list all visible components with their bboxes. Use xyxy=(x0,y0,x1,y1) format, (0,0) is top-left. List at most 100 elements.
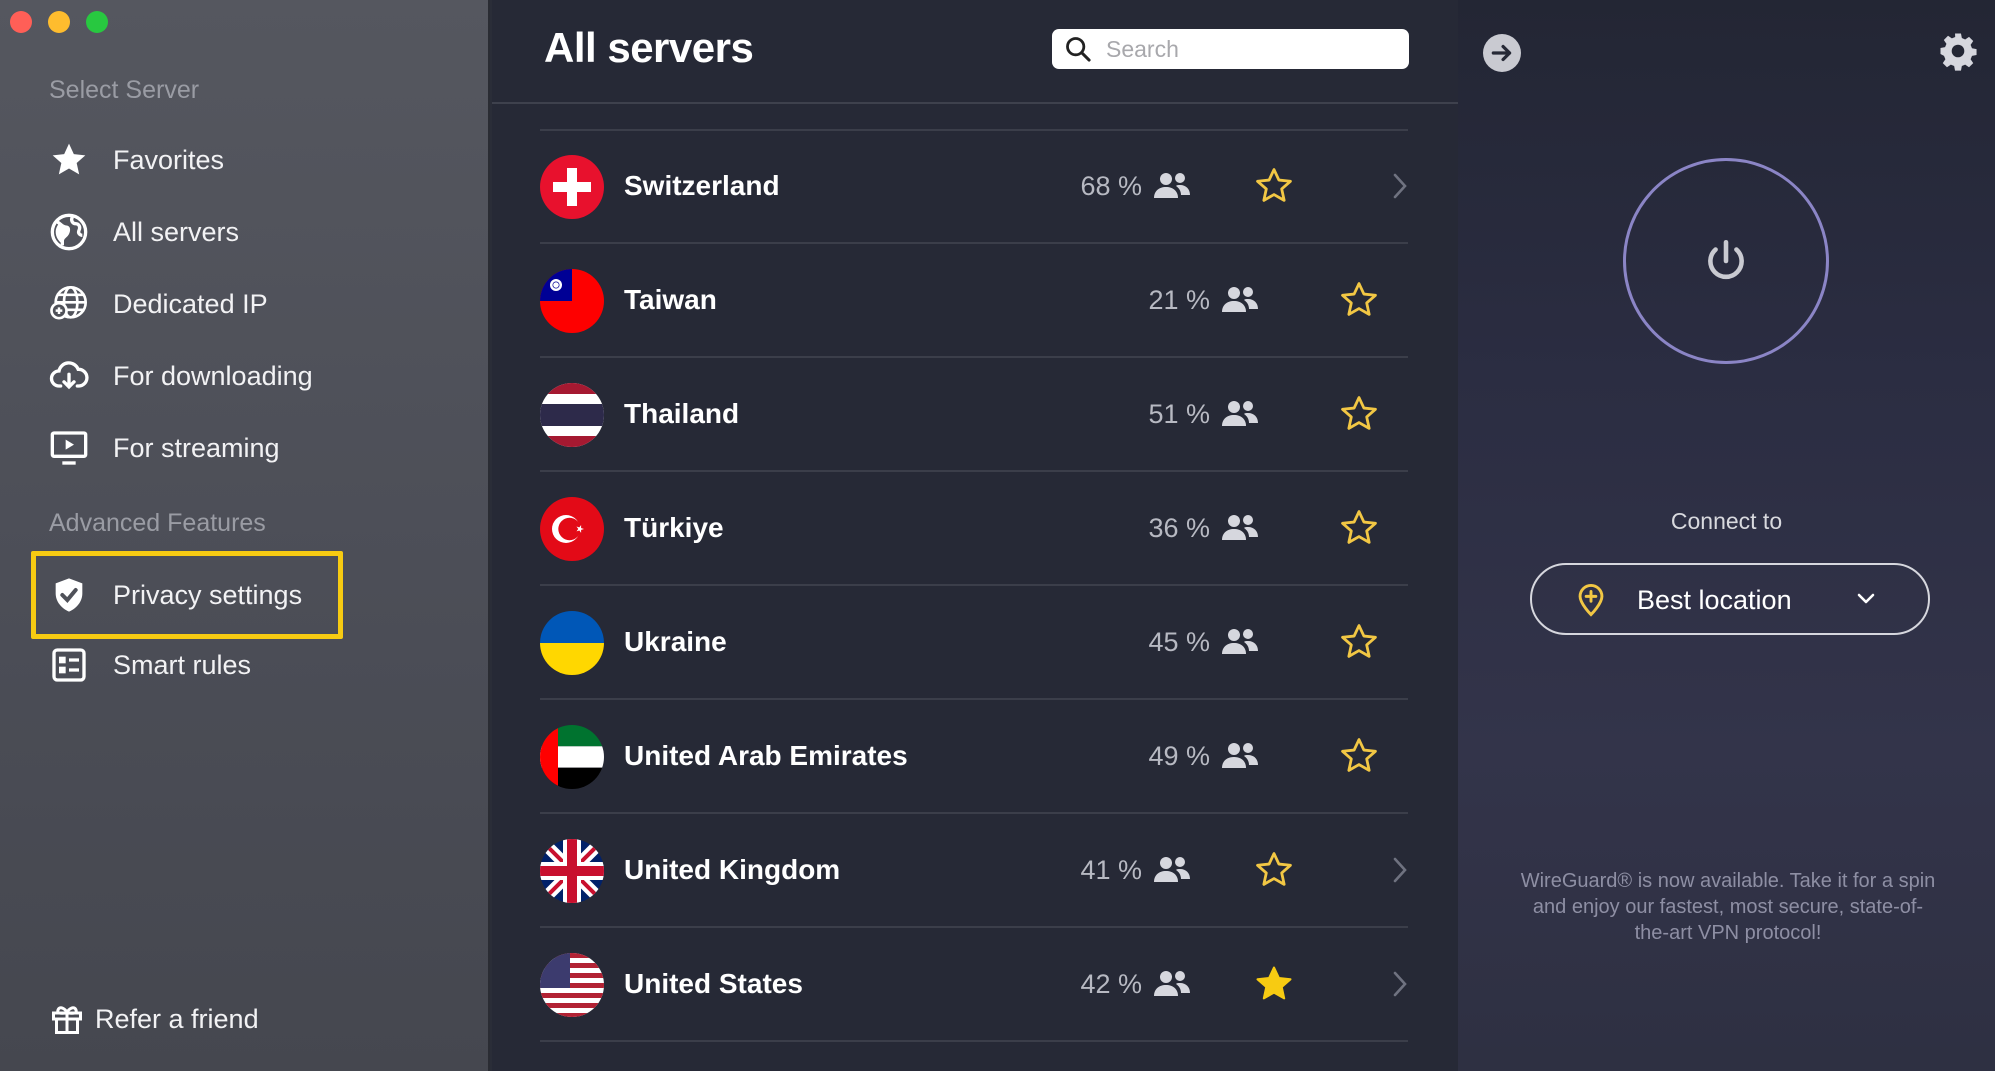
zoom-window-button[interactable] xyxy=(86,11,108,33)
server-list: Switzerland 68 % Taiwan 21 % Thailand 51… xyxy=(540,130,1408,1042)
refer-a-friend-link[interactable]: Refer a friend xyxy=(47,993,259,1045)
country-name: United States xyxy=(624,968,803,999)
flag-united-states-icon xyxy=(540,953,604,1017)
server-load: 45 % xyxy=(1148,626,1210,657)
users-icon xyxy=(1220,284,1260,316)
flag-ukraine-icon xyxy=(540,611,604,675)
cloud-download-icon xyxy=(44,351,94,401)
favorite-star-icon[interactable] xyxy=(1338,393,1380,435)
users-icon xyxy=(1220,626,1260,658)
refer-a-friend-label: Refer a friend xyxy=(95,1003,259,1034)
flag-uae-icon xyxy=(540,725,604,789)
sidebar-item-for-downloading[interactable]: For downloading xyxy=(44,348,313,404)
gift-icon xyxy=(47,999,87,1039)
flag-switzerland-icon xyxy=(540,155,604,219)
server-load: 49 % xyxy=(1148,740,1210,771)
favorite-star-icon[interactable] xyxy=(1338,279,1380,321)
sidebar-item-label: For downloading xyxy=(113,360,313,391)
wireguard-notice: WireGuard® is now available. Take it for… xyxy=(1520,870,1936,944)
sidebar-item-dedicated-ip[interactable]: Dedicated IP xyxy=(44,276,268,332)
window-controls xyxy=(10,11,108,33)
close-window-button[interactable] xyxy=(10,11,32,33)
location-select[interactable]: Best location xyxy=(1530,563,1930,635)
search-box[interactable] xyxy=(1052,29,1409,69)
chevron-right-icon[interactable] xyxy=(1388,966,1412,1002)
favorite-star-icon[interactable] xyxy=(1253,165,1295,207)
connect-power-button[interactable] xyxy=(1623,158,1829,364)
connection-pane: Connect to Best location WireGuard® is n… xyxy=(1458,0,1995,1071)
location-value: Best location xyxy=(1637,585,1792,615)
users-icon xyxy=(1152,968,1192,1000)
settings-gear-button[interactable] xyxy=(1937,30,1979,72)
sidebar-item-favorites[interactable]: Favorites xyxy=(44,132,224,188)
sidebar: Select Server Favorites All servers Dedi… xyxy=(0,0,490,1071)
shield-check-icon xyxy=(44,570,94,620)
star-icon xyxy=(44,135,94,185)
globe-icon xyxy=(44,207,94,257)
gear-icon xyxy=(1940,33,1977,71)
server-row-thailand[interactable]: Thailand 51 % xyxy=(540,358,1408,472)
chevron-right-icon[interactable] xyxy=(1388,852,1412,888)
country-name: Switzerland xyxy=(624,170,780,201)
favorite-star-icon[interactable] xyxy=(1338,507,1380,549)
server-load: 21 % xyxy=(1148,284,1210,315)
minimize-window-button[interactable] xyxy=(48,11,70,33)
users-icon xyxy=(1220,398,1260,430)
connect-to-label: Connect to xyxy=(1670,508,1783,534)
power-icon xyxy=(1708,239,1744,280)
page-title: All servers xyxy=(544,24,754,71)
sidebar-item-label: Favorites xyxy=(113,144,225,175)
advanced-features-heading: Advanced Features xyxy=(49,509,266,537)
sidebar-item-privacy-settings[interactable]: Privacy settings xyxy=(44,567,302,623)
location-pin-icon xyxy=(1576,583,1606,617)
sidebar-item-for-streaming[interactable]: For streaming xyxy=(44,420,280,476)
sidebar-item-label: Dedicated IP xyxy=(113,288,268,319)
favorite-star-icon[interactable] xyxy=(1338,735,1380,777)
server-row-taiwan[interactable]: Taiwan 21 % xyxy=(540,244,1408,358)
users-icon xyxy=(1152,170,1192,202)
arrow-right-icon xyxy=(1491,44,1512,62)
country-name: Taiwan xyxy=(624,284,717,315)
server-load: 42 % xyxy=(1080,968,1142,999)
server-load: 41 % xyxy=(1080,854,1142,885)
favorite-star-icon[interactable] xyxy=(1338,621,1380,663)
play-screen-icon xyxy=(44,423,94,473)
users-icon xyxy=(1220,512,1260,544)
flag-thailand-icon xyxy=(540,383,604,447)
sidebar-item-smart-rules[interactable]: Smart rules xyxy=(44,637,251,693)
favorite-star-icon[interactable] xyxy=(1253,849,1295,891)
server-row-ukraine[interactable]: Ukraine 45 % xyxy=(540,586,1408,700)
chevron-right-icon[interactable] xyxy=(1388,168,1412,204)
country-name: United Arab Emirates xyxy=(624,740,908,771)
search-input[interactable] xyxy=(1104,34,1378,64)
server-row-united-states[interactable]: United States 42 % xyxy=(540,928,1408,1042)
sidebar-item-label: For streaming xyxy=(113,432,280,463)
country-name: Türkiye xyxy=(624,512,724,543)
server-load: 51 % xyxy=(1148,398,1210,429)
list-header: All servers xyxy=(492,0,1458,104)
server-load: 36 % xyxy=(1148,512,1210,543)
users-icon xyxy=(1220,740,1260,772)
server-load: 68 % xyxy=(1080,170,1142,201)
server-row-switzerland[interactable]: Switzerland 68 % xyxy=(540,130,1408,244)
sidebar-item-label: All servers xyxy=(113,216,240,247)
flag-taiwan-icon xyxy=(540,269,604,333)
server-row-united-arab-emirates[interactable]: United Arab Emirates 49 % xyxy=(540,700,1408,814)
collapse-pane-button[interactable] xyxy=(1483,34,1521,72)
flag-united-kingdom-icon xyxy=(540,839,604,903)
flag-turkiye-icon xyxy=(540,497,604,561)
search-icon xyxy=(1066,37,1091,62)
dedicated-ip-globe-icon xyxy=(44,279,94,329)
sidebar-item-all-servers[interactable]: All servers xyxy=(44,204,239,260)
smart-rules-icon xyxy=(44,640,94,690)
sidebar-item-label: Privacy settings xyxy=(113,579,303,610)
users-icon xyxy=(1152,854,1192,886)
country-name: Thailand xyxy=(624,398,740,429)
favorite-star-filled-icon[interactable] xyxy=(1253,963,1295,1005)
server-row-united-kingdom[interactable]: United Kingdom 41 % xyxy=(540,814,1408,928)
sidebar-item-label: Smart rules xyxy=(113,649,252,680)
server-row-turkiye[interactable]: Türkiye 36 % xyxy=(540,472,1408,586)
vpn-app-window: Select Server Favorites All servers Dedi… xyxy=(0,0,1995,1071)
chevron-down-icon xyxy=(1856,591,1876,607)
select-server-heading: Select Server xyxy=(49,76,200,104)
